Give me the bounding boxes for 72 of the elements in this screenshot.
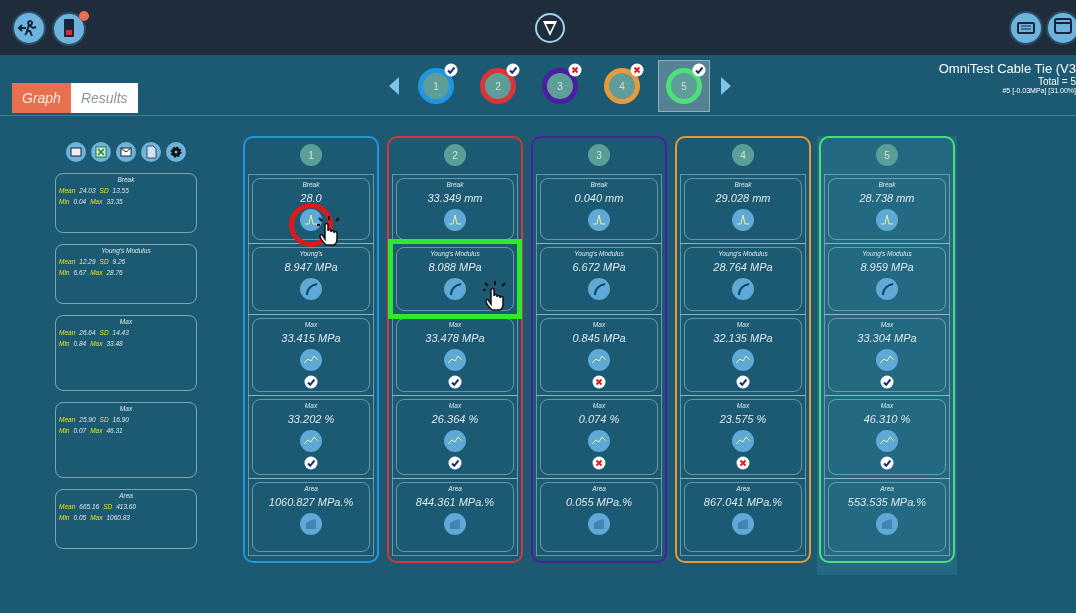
result-value: 0.074 % [578, 413, 620, 425]
test-title: OmniTest Cable Tie (V3 [938, 61, 1076, 76]
result-value: 28.738 mm [859, 192, 915, 204]
total-count: Total = 5 [1037, 76, 1076, 87]
result-value: 844.361 MPa.% [415, 496, 495, 508]
result-value: 28.0 [300, 192, 322, 204]
result-value: 33.202 % [287, 413, 335, 425]
exit-icon[interactable] [12, 10, 46, 45]
result-value: 8.088 MPa [428, 261, 482, 273]
result-value: 33.478 MPa [425, 332, 485, 344]
result-value: 0.845 MPa [572, 332, 626, 344]
result-value: 0.040 mm [574, 192, 624, 204]
graph-icon[interactable] [732, 209, 754, 231]
next-arrow-icon[interactable] [720, 76, 732, 96]
specimen-number: 3 [588, 144, 610, 166]
result-value: 8.947 MPa [284, 261, 338, 273]
result-value: 33.349 mm [427, 192, 483, 204]
previous-arrow-icon[interactable] [388, 76, 400, 96]
settings-icon[interactable] [166, 142, 186, 162]
specimen-number: 1 [433, 80, 439, 92]
specimen-number: 1 [300, 144, 322, 166]
document-icon[interactable] [141, 142, 161, 162]
peak-graph-icon[interactable] [300, 349, 322, 371]
calendar-icon[interactable] [1046, 10, 1076, 45]
curve-icon[interactable] [444, 278, 466, 300]
specimen-number: 4 [732, 144, 754, 166]
curve-icon[interactable] [588, 278, 610, 300]
curve-icon[interactable] [876, 278, 898, 300]
spreadsheet-icon[interactable] [91, 142, 111, 162]
graph-icon[interactable] [444, 209, 466, 231]
peak-graph-icon[interactable] [444, 349, 466, 371]
specimen-number: 4 [619, 80, 625, 92]
result-value: 28.764 MPa [713, 261, 773, 273]
result-value: 23.575 % [719, 413, 767, 425]
peak-graph-icon[interactable] [876, 349, 898, 371]
peak-graph-icon[interactable] [444, 430, 466, 452]
specimen-number: 2 [444, 144, 466, 166]
specimen-number: 5 [876, 144, 898, 166]
keyboard-icon[interactable] [1009, 10, 1043, 45]
result-value: 29.028 mm [715, 192, 771, 204]
mail-icon[interactable] [116, 142, 136, 162]
result-value: 6.672 MPa [572, 261, 626, 273]
area-graph-icon[interactable] [732, 513, 754, 535]
graph-icon[interactable] [300, 209, 322, 231]
curve-icon[interactable] [732, 278, 754, 300]
specimen-number: 5 [681, 80, 687, 92]
peak-graph-icon[interactable] [732, 430, 754, 452]
logo-icon [533, 11, 566, 44]
usb-drive-icon[interactable] [52, 9, 90, 46]
specimen-number: 3 [557, 80, 563, 92]
result-value: 553.535 MPa.% [847, 496, 927, 508]
specimen-number: 2 [495, 80, 501, 92]
peak-graph-icon[interactable] [732, 349, 754, 371]
peak-graph-icon[interactable] [588, 349, 610, 371]
result-value: 33.415 MPa [281, 332, 341, 344]
curve-icon[interactable] [300, 278, 322, 300]
result-value: 1060.827 MPa.% [268, 496, 354, 508]
area-graph-icon[interactable] [300, 513, 322, 535]
result-value: 0.055 MPa.% [565, 496, 632, 508]
area-graph-icon[interactable] [588, 513, 610, 535]
result-value: 867.041 MPa.% [703, 496, 783, 508]
result-value: 33.304 MPa [857, 332, 917, 344]
peak-graph-icon[interactable] [588, 430, 610, 452]
graph-icon[interactable] [588, 209, 610, 231]
result-value: 32.135 MPa [713, 332, 773, 344]
result-value: 26.364 % [431, 413, 479, 425]
result-value: 8.959 MPa [860, 261, 914, 273]
result-value: 46.310 % [863, 413, 911, 425]
peak-graph-icon[interactable] [876, 430, 898, 452]
text-file-icon[interactable] [66, 142, 86, 162]
peak-graph-icon[interactable] [300, 430, 322, 452]
area-graph-icon[interactable] [444, 513, 466, 535]
